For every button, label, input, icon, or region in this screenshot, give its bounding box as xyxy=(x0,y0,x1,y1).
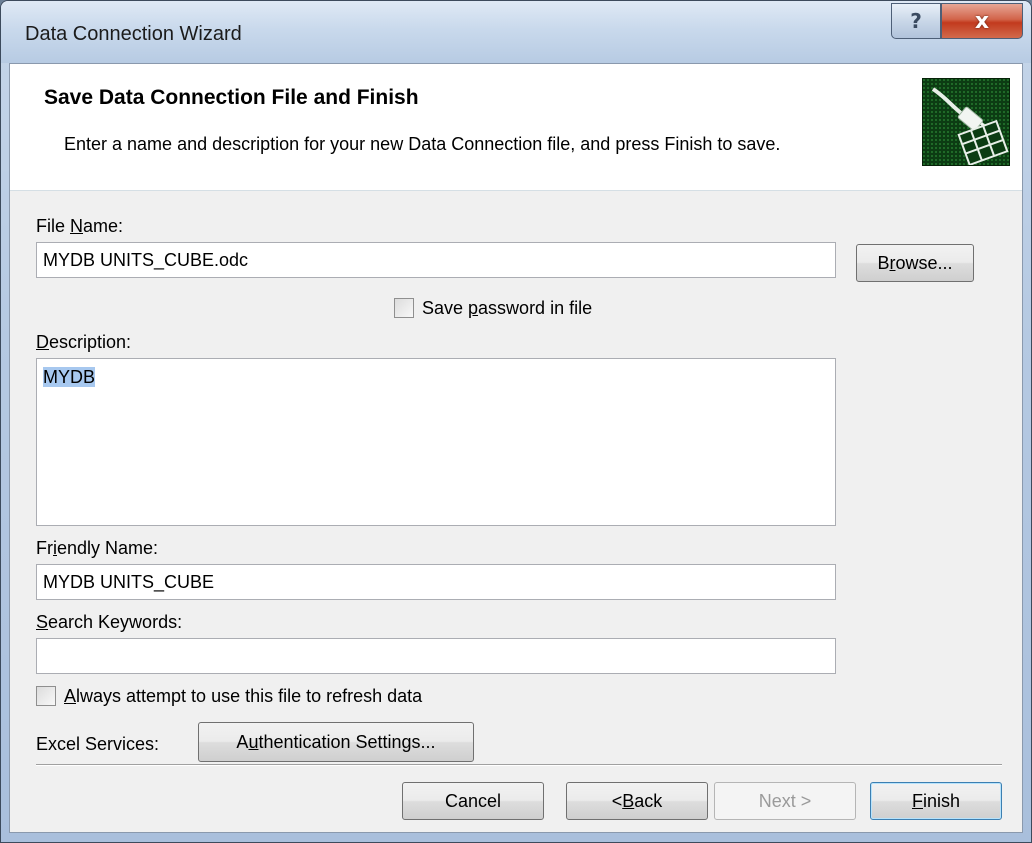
always-refresh-label: Always attempt to use this file to refre… xyxy=(64,686,423,706)
close-icon: x xyxy=(974,8,990,34)
cancel-button[interactable]: Cancel xyxy=(402,782,544,820)
window-title: Data Connection Wizard xyxy=(25,23,242,45)
description-textarea[interactable]: MYDB xyxy=(36,358,836,526)
friendly-name-input[interactable] xyxy=(36,564,836,600)
browse-button[interactable]: Br owse... xyxy=(856,244,974,282)
data-connection-plug-icon xyxy=(922,78,1010,167)
excel-services-label: Excel Services: xyxy=(36,734,160,754)
description-selected-text: MYDB xyxy=(43,367,96,387)
next-button[interactable]: Next > xyxy=(714,782,856,820)
close-button[interactable]: x xyxy=(941,3,1023,39)
description-label: Description: xyxy=(36,332,132,352)
back-button[interactable]: < Back xyxy=(566,782,708,820)
dialog-body: Save Data Connection File and Finish Ent… xyxy=(9,63,1023,833)
save-password-checkbox[interactable] xyxy=(394,298,414,318)
dialog-window: Data Connection Wizard ? x Save Data Con… xyxy=(0,0,1032,843)
friendly-name-label: Friendly Name: xyxy=(36,538,159,558)
search-keywords-input[interactable] xyxy=(36,638,836,674)
page-description: Enter a name and description for your ne… xyxy=(64,134,781,154)
finish-button[interactable]: Finish xyxy=(870,782,1002,820)
title-bar[interactable]: Data Connection Wizard ? x xyxy=(1,1,1031,63)
wizard-header: Save Data Connection File and Finish Ent… xyxy=(10,64,1022,191)
help-button[interactable]: ? xyxy=(891,3,941,39)
help-icon: ? xyxy=(910,9,922,33)
file-name-input[interactable] xyxy=(36,242,836,278)
file-name-label: File Name: xyxy=(36,216,124,236)
save-password-label: Save password in file xyxy=(422,298,593,318)
search-keywords-label: Search Keywords: xyxy=(36,612,183,632)
footer-separator xyxy=(36,764,1002,766)
always-refresh-checkbox[interactable] xyxy=(36,686,56,706)
authentication-settings-button[interactable]: Au thentication Settings... xyxy=(198,722,474,762)
page-title: Save Data Connection File and Finish xyxy=(44,86,419,109)
